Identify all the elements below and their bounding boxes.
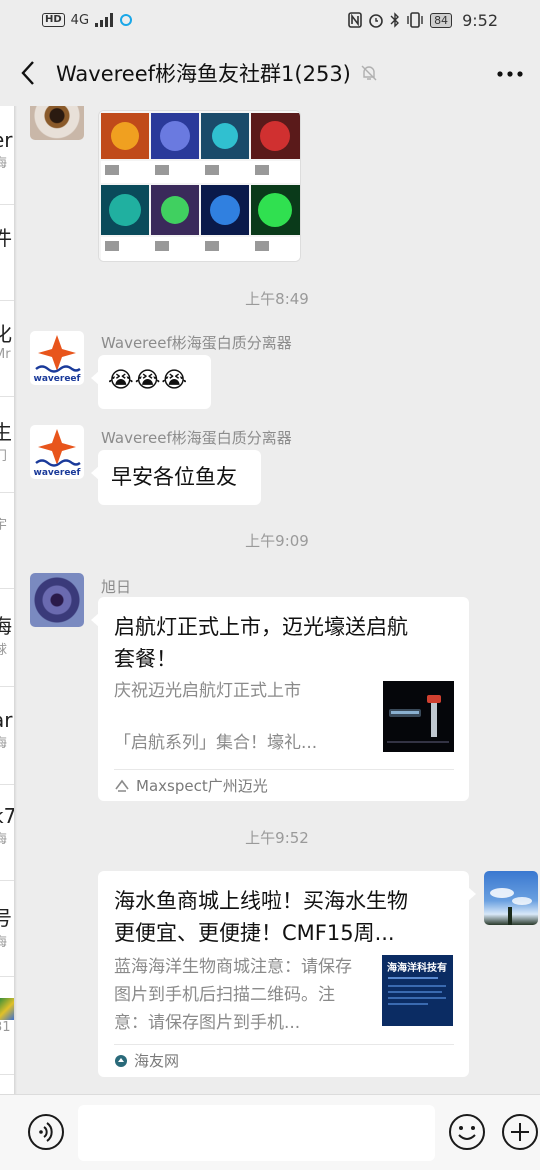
- message-timestamp: 上午8:49: [245, 290, 309, 308]
- promo-banner-image: 海海洋科技有: [382, 955, 453, 1026]
- signal-icon: [95, 13, 114, 27]
- link-card-title: 海水鱼商城上线啦！买海水生物更便宜、更便捷！CMF15周...: [114, 889, 408, 945]
- back-button[interactable]: [0, 40, 56, 106]
- source-logo-icon: [115, 1054, 127, 1067]
- coral-product-image: [99, 111, 300, 261]
- sender-avatar[interactable]: wavereef: [30, 331, 84, 385]
- link-card-title: 启航灯正式上市，迈光壕送启航套餐！: [114, 615, 408, 671]
- mute-bell-icon: [361, 65, 377, 81]
- list-item: 生门: [0, 420, 12, 464]
- list-item: 件: [0, 226, 12, 250]
- sender-avatar[interactable]: [30, 106, 84, 140]
- svg-text:wavereef: wavereef: [34, 468, 81, 478]
- status-bar-left: HD 4G: [42, 13, 133, 28]
- more-dots-icon: [497, 71, 523, 77]
- list-item: er海: [0, 128, 13, 171]
- message-text-input[interactable]: [78, 1105, 435, 1161]
- chat-header: Wavereef彬海鱼友社群1(253): [0, 40, 540, 106]
- chevron-left-icon: [21, 61, 34, 85]
- status-time: 9:52: [462, 10, 498, 30]
- svg-text:wavereef: wavereef: [34, 374, 81, 384]
- svg-text:海海洋科技有: 海海洋科技有: [387, 961, 447, 974]
- list-item: 31: [0, 998, 14, 1035]
- list-item: k7海: [0, 804, 14, 847]
- hd-badge: HD: [42, 13, 65, 27]
- list-item: 海球: [0, 614, 12, 658]
- list-item: 宇: [0, 518, 8, 533]
- emoji-button[interactable]: [448, 1113, 486, 1151]
- link-card-description: 庆祝迈光启航灯正式上市: [114, 681, 301, 701]
- battery-indicator: 84: [430, 12, 453, 28]
- sender-avatar[interactable]: [30, 573, 84, 627]
- bluetooth-icon: [390, 12, 400, 28]
- vibrate-icon: [407, 12, 423, 28]
- image-message[interactable]: [98, 110, 301, 262]
- panel-shadow: [14, 106, 17, 1094]
- background-chat-list: er海 件 化Mr 生门 宇 海球 ar海 k7海 号海 31: [0, 106, 14, 1094]
- message-text: 早安各位鱼友: [111, 465, 237, 489]
- voice-input-button[interactable]: [27, 1113, 65, 1151]
- link-card-divider: [114, 769, 454, 770]
- emoji-message-text: 😭😭😭: [108, 368, 189, 393]
- sync-icon: [120, 14, 133, 26]
- link-card-thumbnail: [383, 681, 454, 752]
- sender-name: Wavereef彬海蛋白质分离器: [101, 334, 292, 352]
- link-card-source-name: Maxspect广州迈光: [136, 777, 268, 795]
- link-card-description: 蓝海海洋生物商城注意：请保存图片到手机后扫描二维码。注意：请保存图片到手机...: [114, 957, 352, 1033]
- alarm-icon: [369, 14, 383, 28]
- status-bar: HD 4G 84 9:52: [0, 0, 540, 40]
- link-card-divider: [114, 1044, 454, 1045]
- sender-name: 旭日: [101, 578, 132, 596]
- network-label: 4G: [70, 12, 90, 28]
- plus-icon: [502, 1114, 538, 1150]
- message-input-bar: [0, 1094, 540, 1170]
- message-bubble[interactable]: 早安各位鱼友: [91, 450, 261, 505]
- link-card[interactable]: 海水鱼商城上线啦！买海水生物更便宜、更便捷！CMF15周... 蓝海海洋生物商城…: [98, 871, 476, 1077]
- voice-icon: [28, 1114, 64, 1150]
- smiley-icon: [449, 1114, 485, 1150]
- message-timestamp: 上午9:52: [245, 829, 309, 847]
- self-avatar[interactable]: [484, 871, 538, 925]
- more-options-button[interactable]: [490, 54, 530, 94]
- link-card-thumbnail: 海海洋科技有: [382, 955, 453, 1026]
- link-card-source-name: 海友网: [134, 1052, 180, 1070]
- source-logo-icon: [115, 779, 129, 792]
- more-functions-button[interactable]: [501, 1113, 539, 1151]
- sender-name: Wavereef彬海蛋白质分离器: [101, 429, 292, 447]
- message-bubble[interactable]: 😭😭😭: [91, 355, 211, 409]
- list-item: ar海: [0, 708, 13, 751]
- status-bar-right: 84 9:52: [348, 11, 498, 30]
- sender-avatar[interactable]: wavereef: [30, 425, 84, 479]
- sky-photo: [490, 888, 532, 925]
- link-card[interactable]: 启航灯正式上市，迈光壕送启航套餐！ 庆祝迈光启航灯正式上市 「启航系列」集合！壕…: [91, 597, 469, 801]
- list-item: 化Mr: [0, 322, 12, 362]
- wavereef-logo: wavereef: [34, 429, 81, 478]
- link-card-source: Maxspect广州迈光: [114, 775, 268, 796]
- link-card-description: 「启航系列」集合！壕礼...: [114, 733, 318, 753]
- chat-message-list[interactable]: 上午8:49 wavereef Wavereef彬海蛋白质分离器 😭😭😭 wav…: [14, 106, 540, 1094]
- message-timestamp: 上午9:09: [245, 532, 309, 550]
- chat-title[interactable]: Wavereef彬海鱼友社群1(253): [56, 58, 351, 88]
- lamp-product-image: [383, 681, 454, 752]
- wavereef-logo: wavereef: [34, 335, 81, 384]
- link-card-source: 海友网: [114, 1050, 179, 1071]
- nfc-icon: [348, 12, 362, 28]
- list-item: 号海: [0, 906, 12, 950]
